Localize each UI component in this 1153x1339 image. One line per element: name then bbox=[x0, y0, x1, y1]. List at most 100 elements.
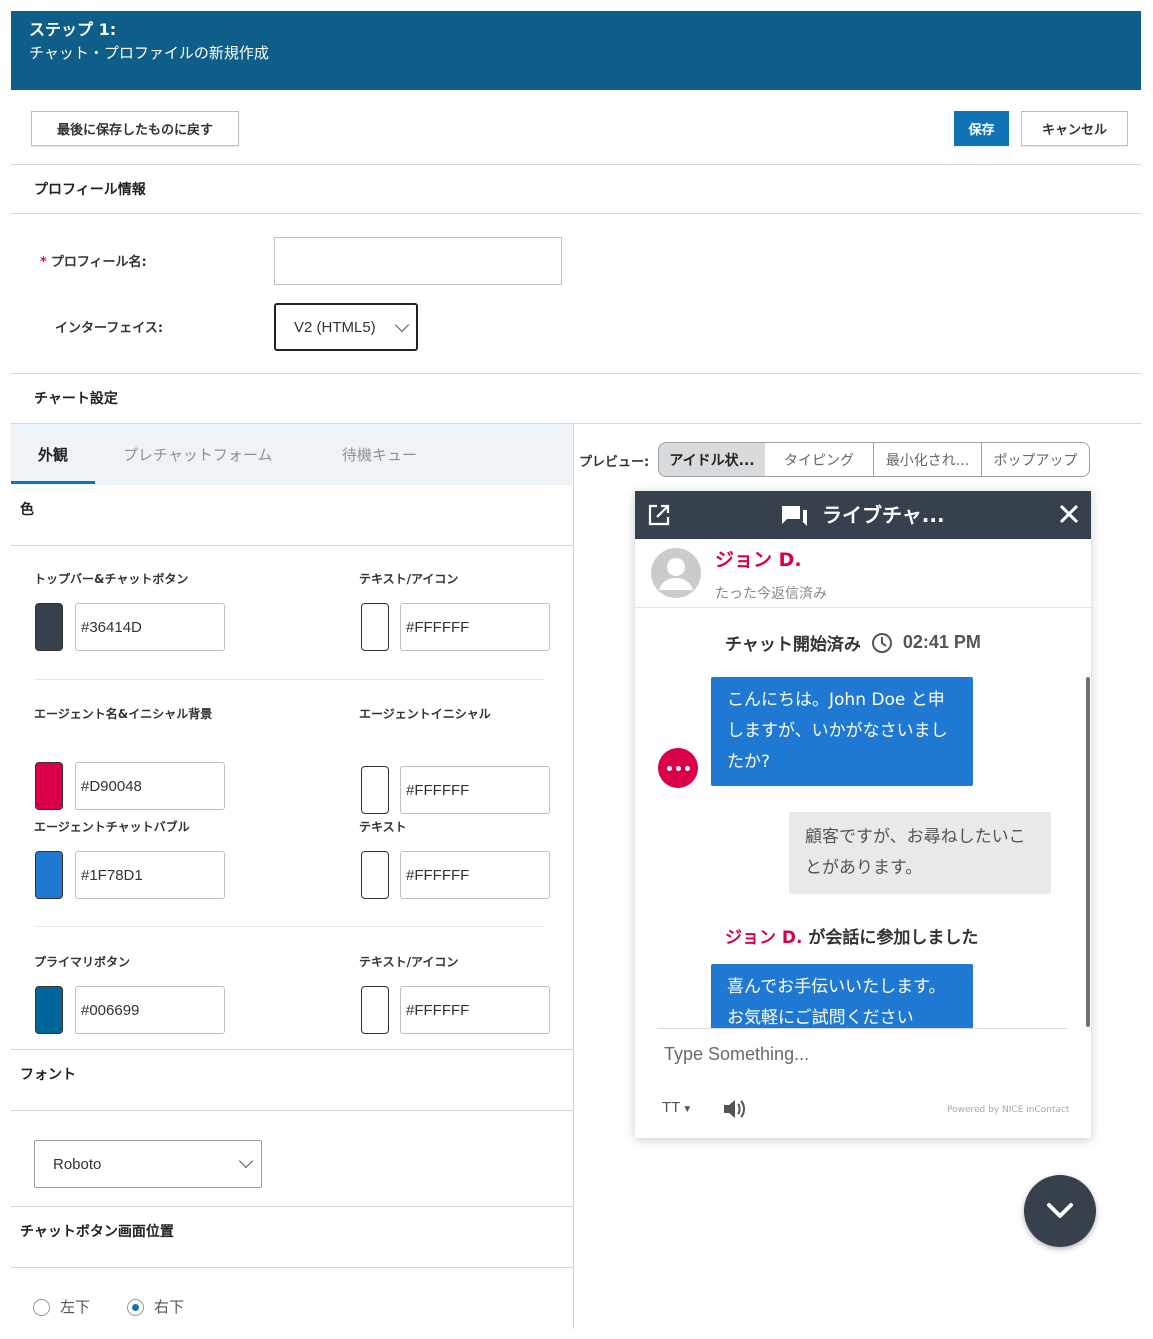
tab-appearance[interactable]: 外観 bbox=[38, 424, 68, 485]
chat-settings-title: チャート設定 bbox=[34, 391, 118, 407]
font-value: Roboto bbox=[53, 1155, 102, 1173]
chat-fab-button[interactable] bbox=[1024, 1175, 1096, 1247]
agent-status: たった今返信済み bbox=[715, 586, 827, 602]
font-select[interactable]: Roboto bbox=[34, 1140, 262, 1188]
interface-select[interactable]: V2 (HTML5) bbox=[274, 303, 418, 351]
color-label-primary-button: プライマリボタン bbox=[34, 955, 131, 969]
chevron-down-icon bbox=[394, 317, 410, 333]
close-icon[interactable] bbox=[1058, 503, 1080, 525]
color-label-agent-initial: エージェントイニシャル bbox=[359, 707, 491, 721]
color-hex-agent-name[interactable]: #D90048 bbox=[75, 762, 225, 810]
colors-title: 色 bbox=[20, 502, 34, 518]
divider bbox=[11, 1049, 573, 1050]
user-message: 顧客ですが、お尋ねしたいことがあります。 bbox=[789, 812, 1051, 894]
color-label-topbar: トップバー&チャットボタン bbox=[34, 572, 189, 586]
divider bbox=[11, 1206, 573, 1207]
chat-started-time: 02:41 PM bbox=[902, 632, 981, 652]
color-swatch-primary-text[interactable] bbox=[361, 986, 389, 1034]
color-label-agent-name: エージェント名&イニシャル背景 bbox=[34, 707, 213, 721]
volume-icon[interactable] bbox=[722, 1097, 748, 1121]
color-label-agent-bubble: エージェントチャットバブル bbox=[34, 820, 190, 834]
agent-message-clip: 喜んでお手伝いいたします。お気軽にご試問ください bbox=[711, 964, 973, 1028]
user-avatar-icon bbox=[659, 558, 693, 590]
color-hex-primary-button[interactable]: #006699 bbox=[75, 986, 225, 1034]
joined-text: が会話に参加しました bbox=[802, 928, 979, 948]
active-tab-indicator bbox=[11, 481, 95, 484]
required-asterisk: * bbox=[40, 255, 47, 270]
chevron-down-icon bbox=[238, 1153, 254, 1169]
divider bbox=[11, 373, 1141, 374]
tab-prechat-form[interactable]: プレチャットフォーム bbox=[123, 424, 272, 485]
panel-divider bbox=[573, 424, 574, 1329]
popout-icon[interactable] bbox=[648, 504, 670, 526]
divider bbox=[11, 545, 573, 546]
divider bbox=[11, 164, 1141, 165]
radio-bottom-right[interactable] bbox=[127, 1299, 144, 1316]
page-header: ステップ 1: チャット・プロファイルの新規作成 bbox=[11, 11, 1141, 90]
text-size-icon[interactable]: TT ▼ bbox=[662, 1095, 692, 1118]
color-swatch-topbar[interactable] bbox=[35, 603, 63, 651]
tab-queue[interactable]: 待機キュー bbox=[342, 424, 417, 485]
agent-initial-badge bbox=[658, 748, 698, 788]
button-position-title: チャットボタン画面位置 bbox=[20, 1224, 174, 1240]
chat-title: ライブチャ... bbox=[822, 503, 945, 527]
chat-bubbles-icon bbox=[782, 506, 807, 526]
profile-name-label: * プロフィール名: bbox=[40, 255, 147, 270]
powered-by: Powered by NICE inContact bbox=[947, 1105, 1070, 1115]
agent-bar: ジョン D. たった今返信済み bbox=[635, 539, 1091, 608]
chat-preview-window: ライブチャ... ジョン D. たった今返信済み チャット開始済み 02:41 … bbox=[635, 491, 1091, 1138]
color-swatch-topbar-text[interactable] bbox=[361, 603, 389, 651]
divider bbox=[35, 679, 545, 680]
revert-button[interactable]: 最後に保存したものに戻す bbox=[31, 111, 239, 146]
divider bbox=[11, 213, 1141, 214]
radio-bottom-left[interactable] bbox=[33, 1299, 50, 1316]
color-hex-agent-initial[interactable]: #FFFFFF bbox=[400, 766, 550, 814]
settings-tabbar: 外観 プレチャットフォーム 待機キュー bbox=[11, 424, 573, 485]
agent-name: ジョン D. bbox=[715, 549, 802, 571]
divider bbox=[657, 1028, 1067, 1029]
font-title: フォント bbox=[20, 1067, 76, 1083]
radio-bottom-right-label: 右下 bbox=[154, 1298, 185, 1316]
color-hex-primary-text[interactable]: #FFFFFF bbox=[400, 986, 550, 1034]
agent-message: こんにちは。John Doe と申しますが、いかがなさいましたか? bbox=[711, 677, 973, 786]
divider bbox=[35, 926, 545, 927]
divider bbox=[11, 1267, 573, 1268]
chat-input[interactable]: Type Something... bbox=[664, 1044, 809, 1065]
agent-joined-row: ジョン D. が会話に参加しました bbox=[725, 923, 978, 948]
color-hex-topbar[interactable]: #36414D bbox=[75, 603, 225, 651]
color-hex-agent-bubble[interactable]: #1F78D1 bbox=[75, 851, 225, 899]
color-swatch-primary-button[interactable] bbox=[35, 986, 63, 1034]
chevron-down-icon bbox=[1047, 1203, 1073, 1218]
chat-scrollbar[interactable] bbox=[1086, 677, 1090, 1027]
interface-value: V2 (HTML5) bbox=[294, 318, 376, 336]
profile-info-title: プロフィール情報 bbox=[34, 182, 146, 198]
chat-topbar: ライブチャ... bbox=[635, 491, 1091, 539]
color-hex-bubble-text[interactable]: #FFFFFF bbox=[400, 851, 550, 899]
chat-started-text: チャット開始済み bbox=[725, 635, 861, 655]
color-label-primary-text: テキスト/アイコン bbox=[359, 955, 459, 969]
color-swatch-bubble-text[interactable] bbox=[361, 851, 389, 899]
color-swatch-agent-bubble[interactable] bbox=[35, 851, 63, 899]
preview-label: プレビュー: bbox=[579, 455, 650, 470]
preview-mode-popup[interactable]: ポップアップ bbox=[981, 442, 1090, 477]
color-hex-topbar-text[interactable]: #FFFFFF bbox=[400, 603, 550, 651]
preview-mode-idle[interactable]: アイドル状... bbox=[658, 442, 766, 477]
agent-message: 喜んでお手伝いいたします。お気軽にご試問ください bbox=[711, 964, 973, 1028]
step-title: ステップ 1: bbox=[29, 20, 117, 39]
preview-mode-minimized[interactable]: 最小化され... bbox=[873, 442, 982, 477]
clock-icon bbox=[871, 632, 892, 653]
step-subtitle: チャット・プロファイルの新規作成 bbox=[29, 44, 269, 62]
avatar bbox=[651, 548, 701, 598]
color-swatch-agent-name[interactable] bbox=[35, 762, 63, 810]
profile-name-input[interactable] bbox=[274, 237, 562, 285]
preview-mode-typing[interactable]: タイピング bbox=[765, 442, 874, 477]
chat-started-row: チャット開始済み 02:41 PM bbox=[725, 630, 981, 655]
radio-bottom-left-label: 左下 bbox=[60, 1298, 91, 1316]
color-swatch-agent-initial[interactable] bbox=[361, 766, 389, 814]
color-label-bubble-text: テキスト bbox=[359, 820, 407, 834]
save-button[interactable]: 保存 bbox=[954, 111, 1009, 146]
cancel-button[interactable]: キャンセル bbox=[1021, 111, 1128, 146]
interface-label: インターフェイス: bbox=[55, 321, 164, 336]
divider bbox=[11, 1110, 573, 1111]
color-label-topbar-text: テキスト/アイコン bbox=[359, 572, 459, 586]
